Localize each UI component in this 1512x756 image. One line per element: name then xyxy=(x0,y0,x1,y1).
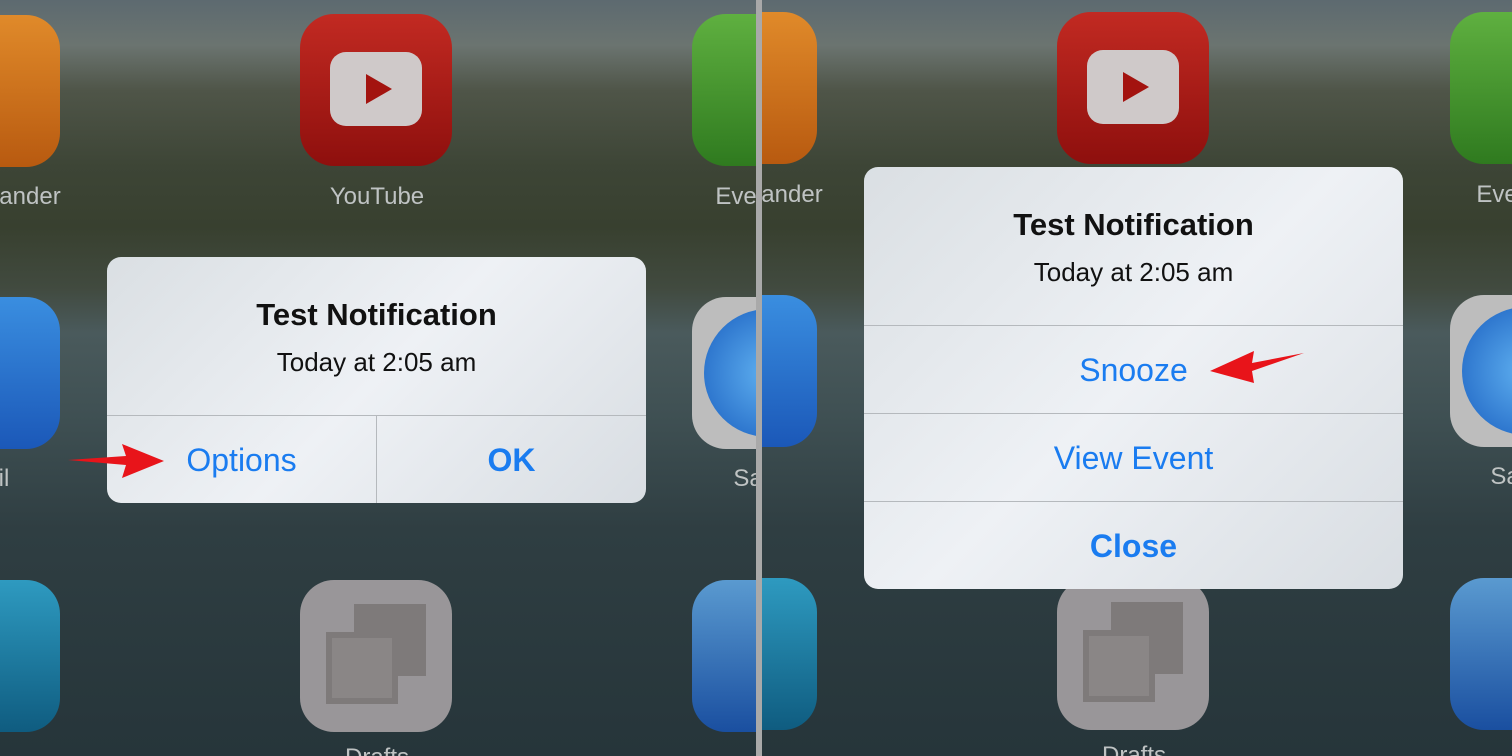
app-icon-dayone-blue[interactable] xyxy=(1450,578,1512,730)
app-icon-drafts[interactable] xyxy=(1057,578,1209,730)
left-screenshot: ander YouTube Eve il Sa Drafts Test Noti… xyxy=(0,0,756,756)
app-icon-dayone-blue[interactable] xyxy=(692,580,756,732)
app-label: il xyxy=(0,465,10,492)
app-icon-safari[interactable] xyxy=(1450,295,1512,447)
view-event-button[interactable]: View Event xyxy=(864,413,1403,501)
notification-options-alert: Test Notification Today at 2:05 am Snooz… xyxy=(864,167,1403,589)
app-icon-evernote[interactable] xyxy=(692,14,756,166)
app-icon-evernote-partial[interactable] xyxy=(762,12,817,164)
app-label: Eve xyxy=(1476,181,1512,208)
alert-subtitle: Today at 2:05 am xyxy=(276,347,477,377)
app-label: Drafts xyxy=(1101,742,1167,756)
app-icon-evernote-partial[interactable] xyxy=(0,15,60,167)
app-icon-drafts[interactable] xyxy=(300,580,452,732)
app-label: Eve xyxy=(715,183,756,210)
app-label: Sa xyxy=(1490,463,1512,490)
app-label: Sa xyxy=(733,465,756,492)
app-icon-evernote[interactable] xyxy=(1450,12,1512,164)
snooze-button[interactable]: Snooze xyxy=(864,325,1403,413)
close-button[interactable]: Close xyxy=(864,501,1403,589)
app-icon-dayone[interactable] xyxy=(0,580,60,732)
play-icon xyxy=(330,52,422,126)
ok-button[interactable]: OK xyxy=(377,415,646,503)
app-icon-youtube[interactable] xyxy=(1057,12,1209,164)
app-label: YouTube xyxy=(329,183,425,210)
play-icon xyxy=(1087,50,1179,124)
app-icon-dayone[interactable] xyxy=(762,578,817,730)
alert-title: Test Notification xyxy=(256,297,497,332)
right-screenshot: ander Eve Sa Drafts Test Notification To… xyxy=(762,0,1512,756)
alert-subtitle: Today at 2:05 am xyxy=(1033,257,1234,287)
app-icon-youtube[interactable] xyxy=(300,14,452,166)
compass-icon xyxy=(1462,307,1512,435)
red-arrow-annotation xyxy=(1210,351,1304,383)
app-icon-safari[interactable] xyxy=(692,297,756,449)
compass-icon xyxy=(704,309,756,437)
app-icon-mail[interactable] xyxy=(762,295,817,447)
app-label: ander xyxy=(0,183,61,210)
red-arrow-annotation xyxy=(68,444,164,478)
app-label: Drafts xyxy=(345,744,409,756)
notification-alert: Test Notification Today at 2:05 am Optio… xyxy=(107,257,646,503)
app-label: ander xyxy=(762,181,823,208)
alert-title: Test Notification xyxy=(1013,207,1254,242)
app-icon-mail[interactable] xyxy=(0,297,60,449)
